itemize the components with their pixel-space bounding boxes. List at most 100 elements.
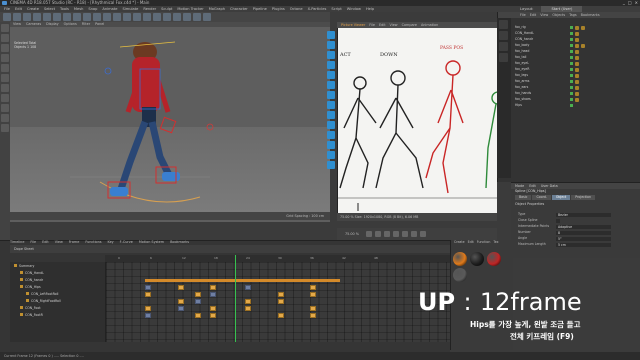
visibility-icon[interactable] bbox=[570, 86, 573, 89]
tag-icon[interactable] bbox=[581, 43, 585, 48]
tag-icon[interactable] bbox=[575, 25, 579, 30]
visibility-icon[interactable] bbox=[570, 68, 573, 71]
tag-icon[interactable] bbox=[575, 67, 579, 72]
texture-mode-icon[interactable] bbox=[1, 44, 9, 52]
floor-icon[interactable] bbox=[183, 13, 191, 21]
perspective-viewport[interactable]: View Cameras Display Options Filter Pane… bbox=[10, 22, 330, 222]
live-selection-icon[interactable] bbox=[23, 13, 31, 21]
om-filter-icon[interactable] bbox=[499, 20, 508, 29]
polygons-mode-icon[interactable] bbox=[1, 84, 9, 92]
tab-projection[interactable]: Projection bbox=[571, 195, 596, 200]
menu-window[interactable]: Window bbox=[347, 6, 361, 12]
lock-workplane-icon[interactable] bbox=[1, 124, 9, 132]
play-backward-icon[interactable] bbox=[384, 231, 391, 237]
subdivision-icon[interactable] bbox=[153, 13, 161, 21]
om-layer-icon[interactable] bbox=[499, 42, 508, 51]
track-row[interactable]: CON_FootR bbox=[20, 313, 43, 318]
keyframe[interactable] bbox=[145, 285, 151, 290]
move-icon[interactable] bbox=[33, 13, 41, 21]
tweak-mode-icon[interactable] bbox=[1, 104, 9, 112]
object-row[interactable]: fox_hands bbox=[515, 91, 635, 96]
track-row[interactable]: CON_HandL bbox=[20, 271, 44, 276]
om-search-icon[interactable] bbox=[499, 31, 508, 40]
redo-icon[interactable] bbox=[13, 13, 21, 21]
visibility-icon[interactable] bbox=[570, 56, 573, 59]
tab-coord[interactable]: Coord. bbox=[532, 195, 551, 200]
visibility-icon[interactable] bbox=[570, 32, 573, 35]
om-menu-objects[interactable]: Objects bbox=[552, 12, 565, 18]
object-row[interactable]: fox_shoes bbox=[515, 97, 635, 102]
layers-icon[interactable] bbox=[327, 81, 335, 89]
menu-script[interactable]: Script bbox=[331, 6, 341, 12]
history-icon[interactable] bbox=[327, 71, 335, 79]
pan-icon[interactable] bbox=[327, 131, 335, 139]
material-swatch[interactable] bbox=[487, 252, 501, 266]
tag-icon[interactable] bbox=[575, 43, 579, 48]
mm-menu-function[interactable]: Function bbox=[477, 240, 491, 245]
keyframe[interactable] bbox=[178, 285, 184, 290]
snapshot-icon[interactable] bbox=[327, 31, 335, 39]
array-icon[interactable] bbox=[163, 13, 171, 21]
tag-icon[interactable] bbox=[575, 97, 579, 102]
om-menu-bookmarks[interactable]: Bookmarks bbox=[581, 12, 600, 18]
pv-zoom-percent[interactable]: 75.00 % bbox=[345, 232, 359, 236]
keyframe[interactable] bbox=[145, 292, 151, 297]
stop-icon[interactable] bbox=[327, 51, 335, 59]
om-menu-file[interactable]: File bbox=[520, 12, 526, 18]
pen-icon[interactable] bbox=[143, 13, 151, 21]
undo-icon[interactable] bbox=[3, 13, 11, 21]
menu-help[interactable]: Help bbox=[366, 6, 374, 12]
enable-axis-icon[interactable] bbox=[1, 94, 9, 102]
object-row[interactable]: fox_head bbox=[515, 49, 635, 54]
x-axis-icon[interactable] bbox=[63, 13, 71, 21]
first-frame-icon[interactable] bbox=[366, 231, 373, 237]
keyframe[interactable] bbox=[310, 285, 316, 290]
track-row[interactable]: CON_Foot bbox=[20, 306, 41, 311]
keyframe[interactable] bbox=[310, 306, 316, 311]
object-row[interactable]: fox_eyeR bbox=[515, 67, 635, 72]
tag-icon[interactable] bbox=[575, 73, 579, 78]
mm-menu-create[interactable]: Create bbox=[454, 240, 465, 245]
material-swatch[interactable] bbox=[453, 268, 467, 282]
keyframe[interactable] bbox=[145, 313, 151, 318]
reference-sketch-viewer[interactable] bbox=[337, 28, 497, 213]
keyframe[interactable] bbox=[245, 299, 251, 304]
tag-icon[interactable] bbox=[575, 49, 579, 54]
dope-sheet-label[interactable]: Dope Sheet bbox=[14, 247, 34, 251]
object-row[interactable]: CON_handr bbox=[515, 37, 635, 42]
tag-icon[interactable] bbox=[575, 55, 579, 60]
make-editable-icon[interactable] bbox=[1, 24, 9, 32]
save-icon[interactable] bbox=[327, 61, 335, 69]
om-menu-tags[interactable]: Tags bbox=[569, 12, 577, 18]
object-row[interactable]: fox_eyeL bbox=[515, 61, 635, 66]
play-icon[interactable] bbox=[327, 41, 335, 49]
tab-object[interactable]: Object bbox=[551, 195, 571, 200]
track-row[interactable]: CON_handr bbox=[20, 278, 43, 283]
mm-menu-edit[interactable]: Edit bbox=[468, 240, 474, 245]
tab-basic[interactable]: Basic bbox=[515, 195, 532, 200]
object-row[interactable]: fox_arms bbox=[515, 79, 635, 84]
deformer-icon[interactable] bbox=[173, 13, 181, 21]
material-swatch[interactable] bbox=[453, 252, 467, 266]
object-row[interactable]: fox_rig bbox=[515, 25, 635, 30]
om-bookmark-icon[interactable] bbox=[499, 53, 508, 62]
object-row[interactable]: fox_legs bbox=[515, 73, 635, 78]
keyframe[interactable] bbox=[278, 299, 284, 304]
keyframe[interactable] bbox=[195, 313, 201, 318]
track-summary[interactable]: Summary bbox=[14, 264, 34, 269]
points-mode-icon[interactable] bbox=[1, 64, 9, 72]
visibility-icon[interactable] bbox=[570, 26, 573, 29]
visibility-icon[interactable] bbox=[570, 98, 573, 101]
render-settings-icon[interactable] bbox=[123, 13, 131, 21]
keyframe[interactable] bbox=[278, 292, 284, 297]
keyframe[interactable] bbox=[310, 313, 316, 318]
filter-icon[interactable] bbox=[327, 91, 335, 99]
om-menu-edit[interactable]: Edit bbox=[530, 12, 537, 18]
track-row[interactable]: CON_RightFootRoll bbox=[26, 299, 61, 304]
settings-icon[interactable] bbox=[327, 161, 335, 169]
type-select[interactable]: Bezier bbox=[556, 212, 611, 217]
snap-icon[interactable] bbox=[1, 114, 9, 122]
angle-input[interactable]: 5° bbox=[556, 236, 611, 241]
play-forward-icon[interactable] bbox=[393, 231, 400, 237]
visibility-icon[interactable] bbox=[570, 104, 573, 107]
